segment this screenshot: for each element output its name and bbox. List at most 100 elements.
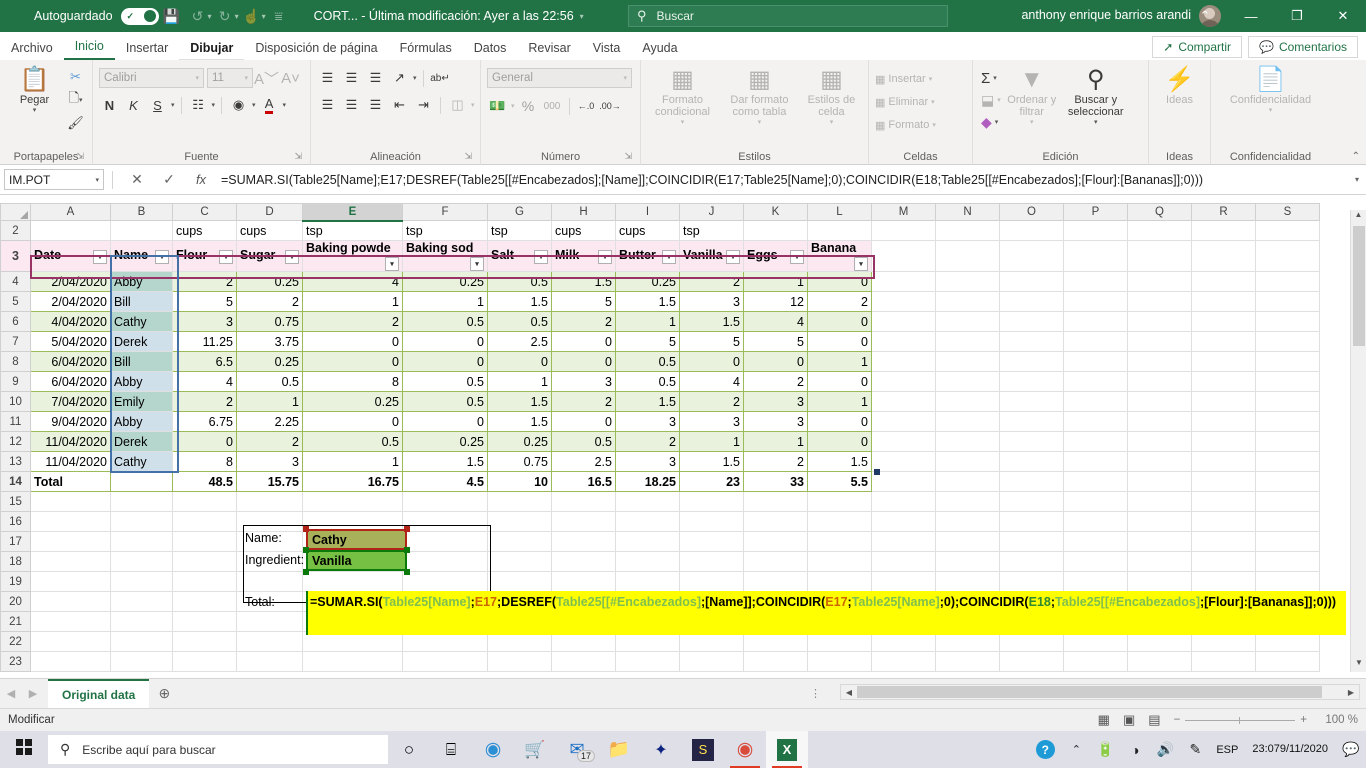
col-header-E[interactable]: E xyxy=(302,203,403,222)
cell-Q23[interactable] xyxy=(1127,651,1192,672)
cell-S7[interactable] xyxy=(1255,331,1320,352)
cell-S20[interactable] xyxy=(1255,591,1320,612)
cell-C18[interactable] xyxy=(172,551,237,572)
cell-C13[interactable]: 8 xyxy=(172,451,237,472)
col-header-G[interactable]: G xyxy=(487,203,552,221)
scroll-down-arrow-icon[interactable]: ▼ xyxy=(1351,658,1366,672)
cell-G9[interactable]: 1 xyxy=(487,371,552,392)
name-box-caret-icon[interactable]: ▾ xyxy=(95,176,99,184)
cell-P16[interactable] xyxy=(1063,511,1128,532)
cell-H20[interactable] xyxy=(551,591,616,612)
copy-caret-icon[interactable]: ▾ xyxy=(79,96,83,104)
row-header-14[interactable]: 14 xyxy=(0,471,31,492)
delete-caret-icon[interactable]: ▾ xyxy=(931,98,935,106)
horizontal-scrollbar[interactable]: ◀ ▶ xyxy=(840,684,1360,700)
minimize-button[interactable]: — xyxy=(1228,0,1274,32)
borders-button[interactable]: ☷ xyxy=(188,95,209,116)
as-table-caret-icon[interactable]: ▾ xyxy=(758,118,762,126)
wrap-text-icon[interactable]: ab↵ xyxy=(430,68,451,89)
cell-E4[interactable]: 4 xyxy=(302,271,403,292)
cell-H8[interactable]: 0 xyxy=(551,351,616,372)
cancel-formula-icon[interactable]: ✕ xyxy=(121,171,153,188)
maximize-button[interactable]: ❐ xyxy=(1274,0,1320,32)
cell-C6[interactable]: 3 xyxy=(172,311,237,332)
cell-I8[interactable]: 0.5 xyxy=(615,351,680,372)
cell-C11[interactable]: 6.75 xyxy=(172,411,237,432)
cell-R10[interactable] xyxy=(1191,391,1256,412)
cell-N5[interactable] xyxy=(935,291,1000,312)
cell-J22[interactable] xyxy=(679,631,744,652)
cell-G3[interactable]: Salt ▾ xyxy=(487,240,552,272)
cell-K8[interactable]: 0 xyxy=(743,351,808,372)
cell-H3[interactable]: Milk ▾ xyxy=(551,240,616,272)
increase-decimal-icon[interactable]: ←.0 xyxy=(576,96,597,117)
cell-G7[interactable]: 2.5 xyxy=(487,331,552,352)
cell-A10[interactable]: 7/04/2020 xyxy=(30,391,111,412)
cell-F8[interactable]: 0 xyxy=(402,351,488,372)
cell-R19[interactable] xyxy=(1191,571,1256,592)
cell-Q9[interactable] xyxy=(1127,371,1192,392)
cell-G23[interactable] xyxy=(487,651,552,672)
cell-H6[interactable]: 2 xyxy=(551,311,616,332)
cell-G14[interactable]: 10 xyxy=(487,471,552,492)
cell-F18[interactable] xyxy=(402,551,488,572)
cell-L21[interactable] xyxy=(807,611,872,632)
col-header-Q[interactable]: Q xyxy=(1127,203,1192,221)
cell-A20[interactable] xyxy=(30,591,111,612)
cell-G5[interactable]: 1.5 xyxy=(487,291,552,312)
cell-B6[interactable]: Cathy xyxy=(110,311,173,332)
filter-icon-name[interactable]: ▾ xyxy=(155,250,169,264)
cell-I11[interactable]: 3 xyxy=(615,411,680,432)
cell-E2[interactable]: tsp xyxy=(302,220,403,241)
cell-R20[interactable] xyxy=(1191,591,1256,612)
cell-D20[interactable] xyxy=(236,591,303,612)
cell-J21[interactable] xyxy=(679,611,744,632)
col-header-P[interactable]: P xyxy=(1063,203,1128,221)
cell-I19[interactable] xyxy=(615,571,680,592)
cell-L20[interactable] xyxy=(807,591,872,612)
orientation-icon[interactable]: ↗ xyxy=(389,68,410,89)
cell-F17[interactable] xyxy=(402,531,488,552)
battery-icon[interactable]: 🔋 xyxy=(1090,731,1120,768)
cell-P10[interactable] xyxy=(1063,391,1128,412)
cell-A2[interactable] xyxy=(30,220,111,241)
cell-K14[interactable]: 33 xyxy=(743,471,808,492)
tab-formulas[interactable]: Fórmulas xyxy=(389,37,463,60)
row-header-17[interactable]: 17 xyxy=(0,531,31,552)
cell-G8[interactable]: 0 xyxy=(487,351,552,372)
cell-E7[interactable]: 0 xyxy=(302,331,403,352)
cell-I3[interactable]: Butter ▾ xyxy=(615,240,680,272)
autosum-caret-icon[interactable]: ▾ xyxy=(993,74,997,82)
title-caret-icon[interactable]: ▾ xyxy=(580,12,584,21)
row-header-20[interactable]: 20 xyxy=(0,591,31,612)
cell-B12[interactable]: Derek xyxy=(110,431,173,452)
filter-icon-baking-powder[interactable]: ▾ xyxy=(385,257,399,271)
cell-Q11[interactable] xyxy=(1127,411,1192,432)
cell-P15[interactable] xyxy=(1063,491,1128,512)
cell-K9[interactable]: 2 xyxy=(743,371,808,392)
cell-M9[interactable] xyxy=(871,371,936,392)
cell-H7[interactable]: 0 xyxy=(551,331,616,352)
cell-Q4[interactable] xyxy=(1127,271,1192,292)
cell-R8[interactable] xyxy=(1191,351,1256,372)
cell-B19[interactable] xyxy=(110,571,173,592)
cell-H9[interactable]: 3 xyxy=(551,371,616,392)
row-header-11[interactable]: 11 xyxy=(0,411,31,432)
cell-K15[interactable] xyxy=(743,491,808,512)
cell-A6[interactable]: 4/04/2020 xyxy=(30,311,111,332)
cell-O6[interactable] xyxy=(999,311,1064,332)
cell-M18[interactable] xyxy=(871,551,936,572)
page-break-icon[interactable]: ▤ xyxy=(1148,712,1160,728)
cell-K21[interactable] xyxy=(743,611,808,632)
language-indicator[interactable]: ESP xyxy=(1210,731,1244,768)
cell-B13[interactable]: Cathy xyxy=(110,451,173,472)
cell-I7[interactable]: 5 xyxy=(615,331,680,352)
cell-A19[interactable] xyxy=(30,571,111,592)
cell-A13[interactable]: 11/04/2020 xyxy=(30,451,111,472)
cell-O21[interactable] xyxy=(999,611,1064,632)
cell-B17[interactable] xyxy=(110,531,173,552)
cell-D13[interactable]: 3 xyxy=(236,451,303,472)
cell-L3[interactable]: Banana ▾ xyxy=(807,240,872,272)
cell-Q5[interactable] xyxy=(1127,291,1192,312)
cell-O23[interactable] xyxy=(999,651,1064,672)
